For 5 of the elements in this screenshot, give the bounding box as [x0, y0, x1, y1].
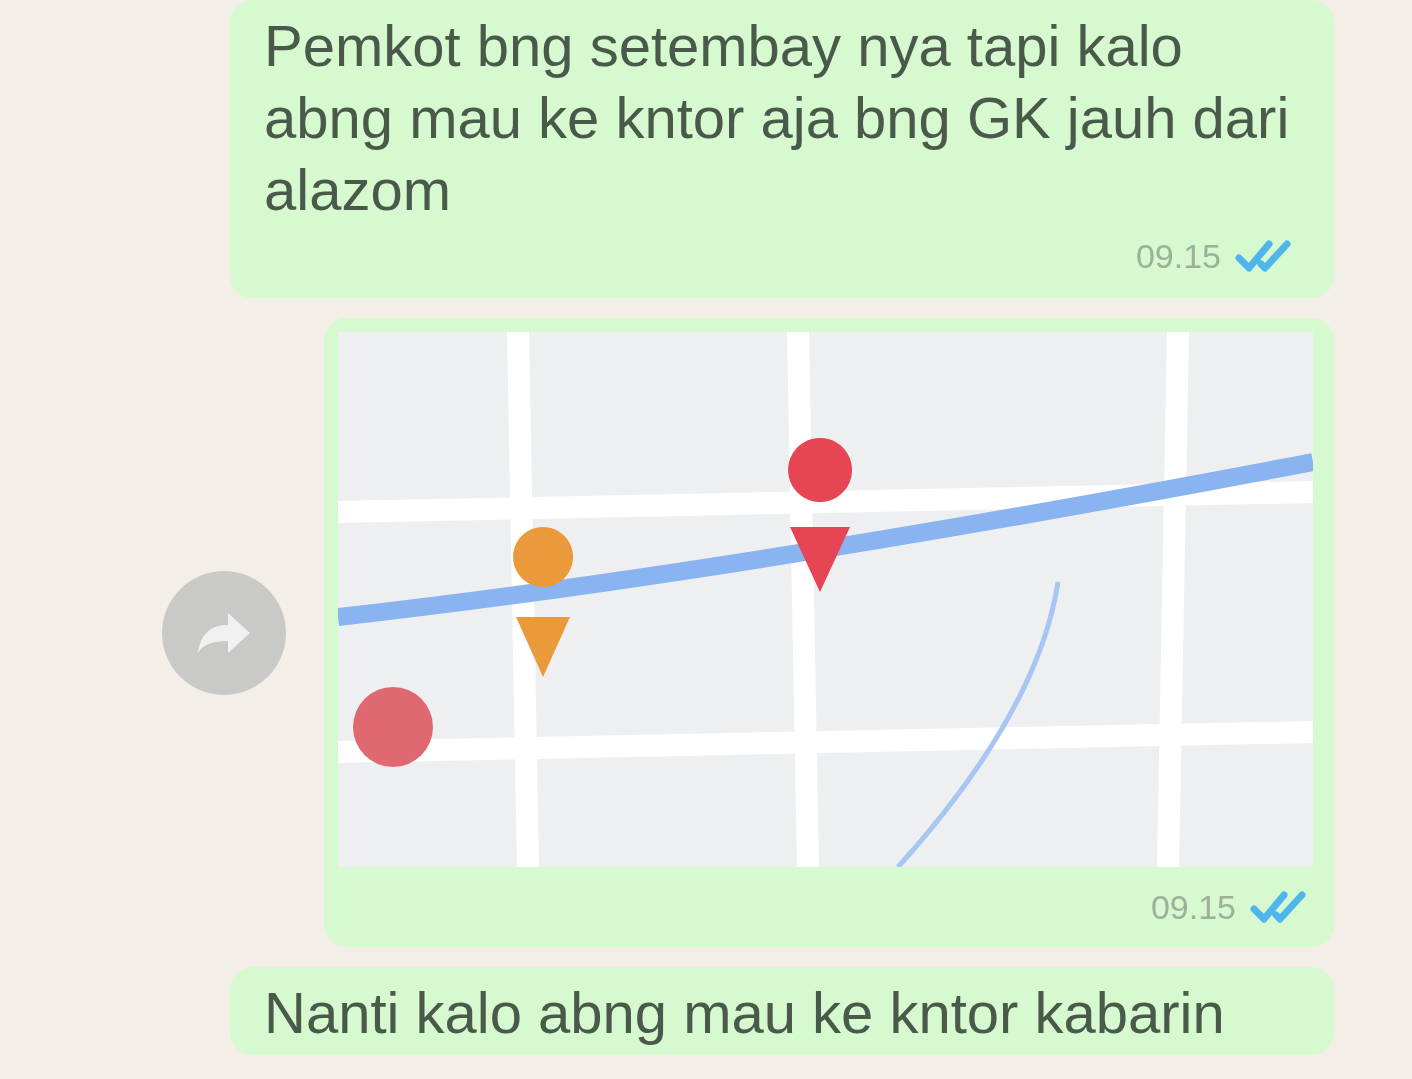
message-text: Pemkot bng setembay nya tapi kalo abng mau ke kntor aja bng GK jauh dari alazom — [264, 12, 1291, 224]
message-text: Nanti kalo abng mau ke kntor kabarin — [264, 979, 1226, 1047]
message-time: 09.15 — [1150, 887, 1236, 927]
map-drawing[interactable] — [338, 332, 1313, 867]
message-time: 09.15 — [1135, 236, 1221, 277]
